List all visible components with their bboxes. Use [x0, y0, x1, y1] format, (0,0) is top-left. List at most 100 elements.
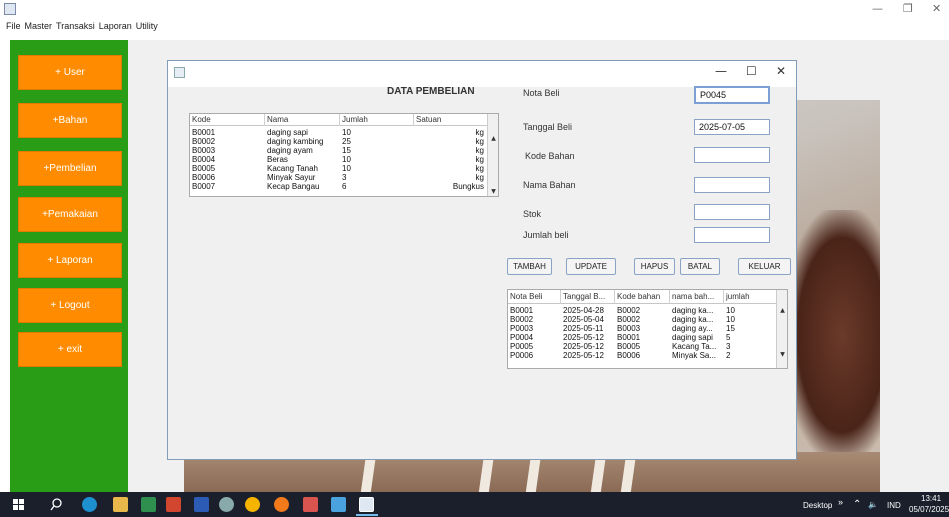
table-row[interactable]: B0001 2025-04-28 B0002 daging ka... 10	[508, 306, 777, 315]
app-icon-red[interactable]	[303, 497, 318, 512]
chevron-right-icon[interactable]: »	[838, 497, 843, 507]
exit-button[interactable]: + exit	[18, 332, 122, 367]
bahan-table[interactable]: Kode Nama Jumlah Satuan B0001 daging sapi…	[189, 113, 499, 197]
kode-bahan-label: Kode Bahan	[525, 151, 575, 161]
frame-close-icon[interactable]: ✕	[776, 64, 786, 78]
table-row[interactable]: P0006 2025-05-12 B0006 Minyak Sa... 2	[508, 351, 777, 360]
scroll-down-icon[interactable]: ▼	[778, 350, 787, 359]
menu-laporan[interactable]: Laporan	[99, 20, 132, 31]
minimize-icon[interactable]: —	[872, 2, 883, 15]
jumlah-beli-label: Jumlah beli	[523, 230, 569, 240]
taskbar: Desktop » ⌃ 🔈 IND 13:41 05/07/2025	[0, 492, 949, 517]
frame-maximize-icon[interactable]: ☐	[746, 64, 757, 78]
clock-date[interactable]: 05/07/2025	[909, 505, 949, 514]
table-row[interactable]: P0005 2025-05-12 B0005 Kacang Ta... 3	[508, 342, 777, 351]
col-header-kode-bahan[interactable]: Kode bahan	[615, 290, 670, 304]
pemakaian-button[interactable]: +Pemakaian	[18, 197, 122, 232]
speaker-icon[interactable]: 🔈	[868, 500, 878, 509]
windows-start-icon[interactable]	[13, 499, 24, 510]
table-row[interactable]: B0001 daging sapi 10 kg	[190, 128, 488, 137]
menu-transaksi[interactable]: Transaksi	[56, 20, 95, 31]
chrome-icon[interactable]	[245, 497, 260, 512]
jumlah-beli-field[interactable]	[694, 227, 770, 243]
clock-time[interactable]: 13:41	[921, 494, 941, 503]
desktop-toolbar-label[interactable]: Desktop	[803, 501, 832, 510]
excel-icon[interactable]	[141, 497, 156, 512]
kode-bahan-field[interactable]	[694, 147, 770, 163]
file-explorer-icon[interactable]	[113, 497, 128, 512]
stok-field[interactable]	[694, 204, 770, 220]
table-cell: 2	[726, 351, 731, 360]
table-row[interactable]: B0007 Kecap Bangau 6 Bungkus	[190, 182, 488, 191]
food-meat-right	[785, 210, 880, 460]
bahan-button[interactable]: +Bahan	[18, 103, 122, 138]
table-cell: 2025-05-12	[563, 351, 604, 360]
firefox-icon[interactable]	[274, 497, 289, 512]
col-header-jumlah[interactable]: jumlah	[724, 290, 777, 304]
hapus-button[interactable]: HAPUS	[634, 258, 675, 275]
col-header-nama-bahan[interactable]: nama bah...	[670, 290, 724, 304]
app-icon-blue[interactable]	[331, 497, 346, 512]
nota-beli-field[interactable]: P0045	[694, 86, 770, 104]
scroll-up-icon[interactable]: ▲	[489, 134, 498, 143]
nama-bahan-field[interactable]	[694, 177, 770, 193]
table-row[interactable]: B0002 daging kambing 25 kg	[190, 137, 488, 146]
col-header-tanggal[interactable]: Tanggal B...	[561, 290, 615, 304]
table-cell: 10	[342, 164, 351, 173]
table-cell: B0002	[510, 315, 534, 324]
table-row[interactable]: P0003 2025-05-11 B0003 daging ay... 15	[508, 324, 777, 333]
table-cell: B0006	[617, 351, 641, 360]
menu-file[interactable]: File	[6, 20, 21, 31]
table-cell: kg	[475, 146, 484, 155]
table-row[interactable]: B0005 Kacang Tanah 10 kg	[190, 164, 488, 173]
table-cell: P0005	[510, 342, 534, 351]
col-header-kode[interactable]: Kode	[190, 114, 265, 126]
table-cell: Minyak Sa...	[672, 351, 717, 360]
table-cell: B0001	[617, 333, 641, 342]
menu-bar: File Master Transaksi Laporan Utility	[0, 20, 949, 34]
batal-button[interactable]: BATAL	[680, 258, 720, 275]
table-cell: B0002	[617, 315, 641, 324]
laporan-button[interactable]: + Laporan	[18, 243, 122, 278]
update-button[interactable]: UPDATE	[566, 258, 616, 275]
table-row[interactable]: P0004 2025-05-12 B0001 daging sapi 5	[508, 333, 777, 342]
scroll-down-icon[interactable]: ▼	[489, 187, 498, 196]
scroll-up-icon[interactable]: ▲	[778, 306, 787, 315]
table-row[interactable]: B0004 Beras 10 kg	[190, 155, 488, 164]
search-icon[interactable]	[50, 498, 63, 511]
table-cell: B0007	[192, 182, 216, 191]
chevron-up-icon[interactable]: ⌃	[853, 499, 861, 510]
word-icon[interactable]	[194, 497, 209, 512]
powerpoint-icon[interactable]	[166, 497, 181, 512]
table-row[interactable]: B0002 2025-05-04 B0002 daging ka... 10	[508, 315, 777, 324]
keluar-button[interactable]: KELUAR	[738, 258, 791, 275]
menu-utility[interactable]: Utility	[136, 20, 158, 31]
user-button[interactable]: + User	[18, 55, 122, 90]
close-icon[interactable]: ✕	[932, 2, 941, 15]
java-taskbar-icon[interactable]	[359, 497, 374, 512]
table-cell: B0004	[192, 155, 216, 164]
col-header-nama[interactable]: Nama	[265, 114, 340, 126]
frame-minimize-icon[interactable]: —	[715, 64, 727, 78]
pembelian-table-header: Nota Beli Tanggal B... Kode bahan nama b…	[508, 290, 777, 304]
tanggal-beli-field[interactable]: 2025-07-05	[694, 119, 770, 135]
table-row[interactable]: B0003 daging ayam 15 kg	[190, 146, 488, 155]
language-indicator[interactable]: IND	[887, 501, 901, 510]
edge-browser-icon[interactable]	[82, 497, 97, 512]
pembelian-table[interactable]: Nota Beli Tanggal B... Kode bahan nama b…	[507, 289, 788, 369]
col-header-nota-beli[interactable]: Nota Beli	[508, 290, 561, 304]
logout-button[interactable]: + Logout	[18, 288, 122, 323]
col-header-jumlah[interactable]: Jumlah	[340, 114, 414, 126]
menu-master[interactable]: Master	[25, 20, 53, 31]
col-header-satuan[interactable]: Satuan	[414, 114, 488, 126]
table-cell: daging ay...	[672, 324, 713, 333]
restore-icon[interactable]: ❐	[903, 2, 913, 15]
bahan-table-scrollbar[interactable]: ▲ ▼	[487, 114, 498, 196]
pembelian-table-scrollbar[interactable]: ▲ ▼	[776, 290, 787, 368]
table-row[interactable]: B0006 Minyak Sayur 3 kg	[190, 173, 488, 182]
table-cell: kg	[475, 137, 484, 146]
tambah-button[interactable]: TAMBAH	[507, 258, 552, 275]
paint-icon[interactable]	[219, 497, 234, 512]
table-cell: B0002	[192, 137, 216, 146]
pembelian-button[interactable]: +Pembelian	[18, 151, 122, 186]
